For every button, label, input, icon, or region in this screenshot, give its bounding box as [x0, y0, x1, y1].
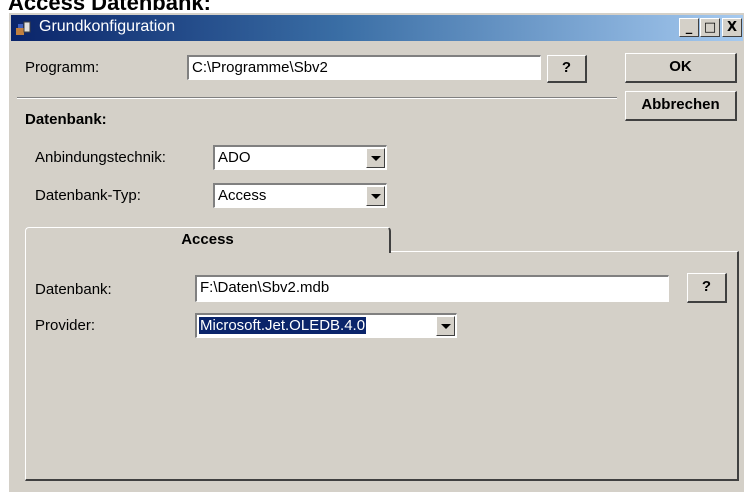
programm-field[interactable]: C:\Programme\Sbv2	[187, 55, 541, 80]
anbindungstechnik-select[interactable]: ADO	[213, 145, 387, 170]
programm-help-button[interactable]: ?	[547, 55, 587, 83]
dialog-window: Grundkonfiguration _ □ X Programm: C:\Pr…	[8, 12, 744, 492]
datenbank-typ-value: Access	[218, 187, 267, 204]
chevron-down-icon[interactable]	[366, 186, 385, 206]
tab-access[interactable]: Access	[25, 227, 391, 253]
title-bar[interactable]: Grundkonfiguration _ □ X	[11, 15, 743, 41]
provider-value: Microsoft.Jet.OLEDB.4.0	[199, 317, 367, 334]
separator-highlight	[17, 98, 617, 99]
app-icon	[16, 21, 31, 35]
minimize-button[interactable]: _	[679, 18, 699, 37]
tab-datenbank-label: Datenbank:	[35, 281, 112, 298]
provider-label: Provider:	[35, 317, 96, 334]
datenbank-heading: Datenbank:	[25, 111, 107, 128]
datenbank-help-button[interactable]: ?	[687, 273, 727, 303]
anbindungstechnik-label: Anbindungstechnik:	[35, 149, 166, 166]
ok-button[interactable]: OK	[625, 53, 737, 83]
datenbank-path-field[interactable]: F:\Daten\Sbv2.mdb	[195, 275, 669, 302]
provider-select[interactable]: Microsoft.Jet.OLEDB.4.0	[195, 313, 457, 338]
datenbank-typ-select[interactable]: Access	[213, 183, 387, 208]
chevron-down-icon[interactable]	[366, 148, 385, 168]
close-button[interactable]: X	[722, 18, 742, 37]
cancel-button[interactable]: Abbrechen	[625, 91, 737, 121]
programm-label: Programm:	[25, 59, 100, 76]
window-title: Grundkonfiguration	[39, 18, 176, 35]
datenbank-typ-label: Datenbank-Typ:	[35, 187, 141, 204]
anbindungstechnik-value: ADO	[218, 149, 251, 166]
maximize-button[interactable]: □	[700, 18, 720, 37]
chevron-down-icon[interactable]	[436, 316, 455, 336]
